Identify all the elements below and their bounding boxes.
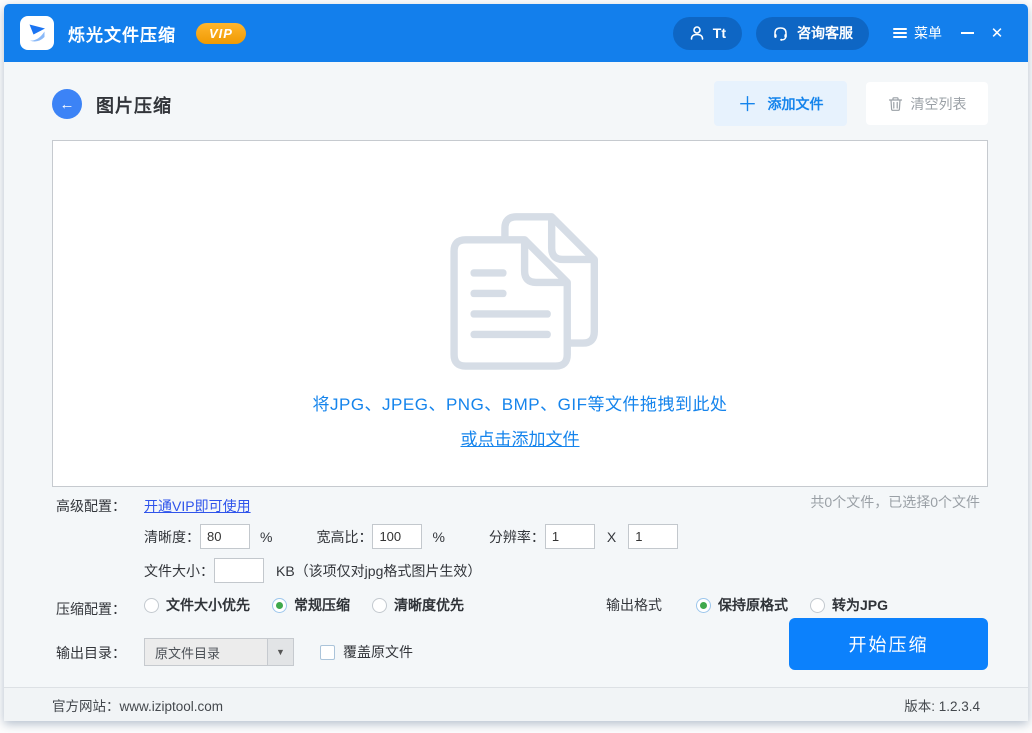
back-button[interactable]: ← xyxy=(52,89,82,119)
radio-label: 清晰度优先 xyxy=(394,595,464,615)
radio-circle-selected xyxy=(272,598,287,613)
resolution-width-input[interactable] xyxy=(545,524,595,549)
output-dir-value: 原文件目录 xyxy=(145,643,267,662)
clarity-label: 清晰度： xyxy=(144,527,200,547)
radio-convert-jpg[interactable]: 转为JPG xyxy=(810,595,888,615)
add-files-label: 添加文件 xyxy=(768,94,824,114)
radio-circle xyxy=(372,598,387,613)
menu-label: 菜单 xyxy=(914,23,942,43)
file-count-status: 共0个文件，已选择0个文件 xyxy=(810,492,980,512)
radio-keep-format[interactable]: 保持原格式 xyxy=(696,595,788,615)
dropzone-add-link[interactable]: 或点击添加文件 xyxy=(461,425,580,450)
close-icon: ✕ xyxy=(991,24,1004,42)
resolution-label: 分辨率： xyxy=(489,527,545,547)
support-label: 咨询客服 xyxy=(797,23,853,43)
footer: 官方网站：www.iziptool.com 版本: 1.2.3.4 xyxy=(4,687,1028,721)
clear-list-label: 清空列表 xyxy=(911,94,967,114)
resolution-separator: X xyxy=(607,529,616,545)
close-button[interactable]: ✕ xyxy=(982,18,1012,48)
radio-label: 保持原格式 xyxy=(718,595,788,615)
app-logo-icon xyxy=(20,16,54,50)
filesize-hint: KB（该项仅对jpg格式图片生效） xyxy=(276,561,481,581)
radio-circle xyxy=(810,598,825,613)
compress-mode-row: 文件大小优先 常规压缩 清晰度优先 输出格式 保持原格式 转为JPG xyxy=(144,595,910,615)
radio-label: 常规压缩 xyxy=(294,595,350,615)
plus-icon: ＋ xyxy=(738,88,758,117)
official-website-text: 官方网站：www.iziptool.com xyxy=(52,695,223,715)
radio-clarity-priority[interactable]: 清晰度优先 xyxy=(372,595,464,615)
vip-upgrade-link[interactable]: 开通VIP即可使用 xyxy=(144,496,251,516)
compress-mode-label: 压缩配置： xyxy=(56,599,126,619)
radio-file-size-priority[interactable]: 文件大小优先 xyxy=(144,595,250,615)
filesize-label: 文件大小： xyxy=(144,561,214,581)
aspect-unit: % xyxy=(432,529,444,545)
dropzone-hint-text: 将JPG、JPEG、PNG、BMP、GIF等文件拖拽到此处 xyxy=(313,390,728,415)
radio-label: 转为JPG xyxy=(832,595,888,615)
radio-circle-selected xyxy=(696,598,711,613)
overwrite-checkbox-item[interactable]: 覆盖原文件 xyxy=(320,642,413,662)
output-dir-row: 原文件目录 ▼ 覆盖原文件 xyxy=(144,638,413,666)
menu-button[interactable]: 菜单 xyxy=(893,23,942,43)
trash-icon xyxy=(888,96,903,112)
hamburger-icon xyxy=(893,28,907,38)
user-icon xyxy=(689,25,705,41)
aspect-label: 宽高比： xyxy=(316,527,372,547)
titlebar: 烁光文件压缩 VIP Tt 咨询客服 菜单 ✕ xyxy=(4,4,1028,62)
start-compress-button[interactable]: 开始压缩 xyxy=(789,618,988,670)
documents-icon xyxy=(418,193,623,376)
page-title: 图片压缩 xyxy=(96,92,172,118)
main-panel: ← 图片压缩 ＋ 添加文件 清空列表 xyxy=(4,62,1028,687)
advanced-inputs-row: 清晰度： % 宽高比： % 分辨率： X xyxy=(144,524,678,549)
resolution-height-input[interactable] xyxy=(628,524,678,549)
headset-icon xyxy=(772,25,789,42)
minimize-icon xyxy=(961,32,974,34)
output-format-label: 输出格式 xyxy=(606,595,662,615)
output-dir-select[interactable]: 原文件目录 ▼ xyxy=(144,638,294,666)
account-button[interactable]: Tt xyxy=(673,17,742,50)
checkbox xyxy=(320,645,335,660)
clarity-unit: % xyxy=(260,529,272,545)
radio-normal-compress[interactable]: 常规压缩 xyxy=(272,595,350,615)
overwrite-label: 覆盖原文件 xyxy=(343,642,413,662)
advanced-config-label: 高级配置： xyxy=(56,496,126,516)
app-window: 烁光文件压缩 VIP Tt 咨询客服 菜单 ✕ xyxy=(4,4,1028,721)
version-text: 版本: 1.2.3.4 xyxy=(904,695,980,715)
radio-label: 文件大小优先 xyxy=(166,595,250,615)
support-button[interactable]: 咨询客服 xyxy=(756,17,869,50)
aspect-ratio-input[interactable] xyxy=(372,524,422,549)
output-dir-label: 输出目录： xyxy=(56,643,126,663)
minimize-button[interactable] xyxy=(952,18,982,48)
add-files-button[interactable]: ＋ 添加文件 xyxy=(714,81,847,126)
app-screen: 烁光文件压缩 VIP Tt 咨询客服 菜单 ✕ xyxy=(0,0,1032,733)
back-arrow-icon: ← xyxy=(60,96,75,113)
clarity-input[interactable] xyxy=(200,524,250,549)
filesize-input[interactable] xyxy=(214,558,264,583)
clear-list-button[interactable]: 清空列表 xyxy=(866,82,988,125)
app-title: 烁光文件压缩 xyxy=(68,21,176,46)
filesize-row: 文件大小： KB（该项仅对jpg格式图片生效） xyxy=(144,558,481,583)
radio-circle xyxy=(144,598,159,613)
vip-badge[interactable]: VIP xyxy=(196,23,246,44)
chevron-down-icon: ▼ xyxy=(267,639,293,665)
file-dropzone[interactable]: 将JPG、JPEG、PNG、BMP、GIF等文件拖拽到此处 或点击添加文件 xyxy=(52,140,988,487)
account-label: Tt xyxy=(713,25,726,41)
